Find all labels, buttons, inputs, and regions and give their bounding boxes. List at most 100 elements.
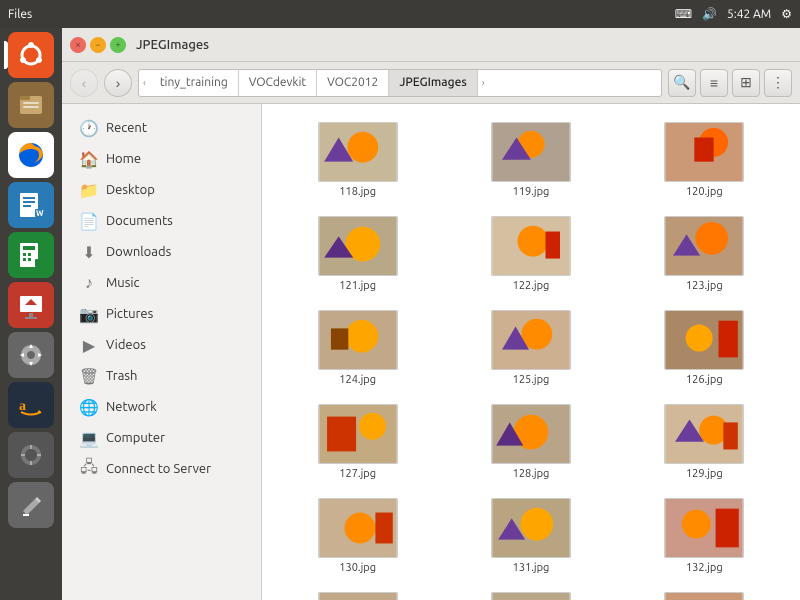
list-item[interactable]: 134.jpg	[445, 584, 616, 600]
file-label: 126.jpg	[686, 374, 723, 386]
maximize-button[interactable]: +	[110, 37, 126, 53]
file-label: 118.jpg	[339, 186, 376, 198]
sidebar-item-computer[interactable]: 💻 Computer	[66, 423, 257, 453]
file-label: 120.jpg	[686, 186, 723, 198]
launcher-icon-edit[interactable]	[8, 482, 54, 528]
grid-view-icon: ⊞	[740, 74, 752, 91]
list-item[interactable]: 128.jpg	[445, 396, 616, 488]
list-view-button[interactable]: ≡	[700, 69, 728, 97]
sidebar-label-desktop: Desktop	[106, 183, 155, 197]
breadcrumb-bar: ‹ tiny_training VOCdevkit VOC2012 JPEGIm…	[138, 69, 662, 97]
sidebar-item-desktop[interactable]: 📁 Desktop	[66, 175, 257, 205]
sidebar-item-music[interactable]: ♪ Music	[66, 268, 257, 298]
sidebar-label-documents: Documents	[106, 214, 173, 228]
forward-button[interactable]: ›	[104, 69, 132, 97]
downloads-icon: ⬇	[80, 243, 98, 261]
volume-icon[interactable]: 🔊	[702, 7, 717, 21]
list-item[interactable]: 135.jpg	[619, 584, 790, 600]
list-item[interactable]: 118.jpg	[272, 114, 443, 206]
window-controls: × − +	[70, 37, 126, 53]
close-button[interactable]: ×	[70, 37, 86, 53]
sidebar-item-home[interactable]: 🏠 Home	[66, 144, 257, 174]
sidebar-item-connect-server[interactable]: 🖧 Connect to Server	[66, 454, 257, 484]
launcher-icon-firefox[interactable]	[8, 132, 54, 178]
list-item[interactable]: 133.jpg	[272, 584, 443, 600]
file-label: 131.jpg	[513, 562, 550, 574]
system-bar-title: Files	[8, 8, 32, 21]
file-label: 122.jpg	[513, 280, 550, 292]
toolbar-actions: 🔍 ≡ ⊞ ⋮	[668, 69, 792, 97]
sidebar-item-downloads[interactable]: ⬇ Downloads	[66, 237, 257, 267]
file-grid: 118.jpg 119.jpg 120.jpg 121.jpg 122.jpg …	[262, 104, 800, 600]
main-area: W	[0, 28, 800, 600]
list-item[interactable]: 132.jpg	[619, 490, 790, 582]
launcher-icon-amazon[interactable]: a	[8, 382, 54, 428]
list-item[interactable]: 123.jpg	[619, 208, 790, 300]
list-item[interactable]: 124.jpg	[272, 302, 443, 394]
launcher-icon-files[interactable]	[8, 82, 54, 128]
sidebar: 🕐 Recent 🏠 Home 📁 Desktop 📄 Documents ⬇	[62, 104, 262, 600]
settings-icon[interactable]: ⚙	[781, 7, 792, 21]
list-view-icon: ≡	[710, 75, 718, 91]
pictures-icon: 📷	[80, 305, 98, 323]
list-item[interactable]: 119.jpg	[445, 114, 616, 206]
list-item[interactable]: 122.jpg	[445, 208, 616, 300]
file-label: 128.jpg	[513, 468, 550, 480]
breadcrumb-voc2012[interactable]: VOC2012	[317, 70, 389, 96]
system-time: 5:42 AM	[727, 8, 771, 21]
launcher-icon-calc[interactable]	[8, 232, 54, 278]
file-label: 123.jpg	[686, 280, 723, 292]
launcher-icon-settings[interactable]	[8, 332, 54, 378]
system-bar-right: ⌨ 🔊 5:42 AM ⚙	[675, 7, 792, 21]
search-icon: 🔍	[673, 74, 690, 91]
sidebar-label-videos: Videos	[106, 338, 146, 352]
grid-view-button[interactable]: ⊞	[732, 69, 760, 97]
sidebar-label-pictures: Pictures	[106, 307, 153, 321]
list-item[interactable]: 125.jpg	[445, 302, 616, 394]
keyboard-icon[interactable]: ⌨	[675, 7, 692, 21]
list-item[interactable]: 126.jpg	[619, 302, 790, 394]
sidebar-label-recent: Recent	[106, 121, 147, 135]
launcher-icon-writer[interactable]: W	[8, 182, 54, 228]
list-item[interactable]: 127.jpg	[272, 396, 443, 488]
sidebar-item-recent[interactable]: 🕐 Recent	[66, 113, 257, 143]
sidebar-item-pictures[interactable]: 📷 Pictures	[66, 299, 257, 329]
list-item[interactable]: 131.jpg	[445, 490, 616, 582]
breadcrumb-next[interactable]: ›	[478, 77, 489, 88]
sidebar-item-documents[interactable]: 📄 Documents	[66, 206, 257, 236]
list-item[interactable]: 129.jpg	[619, 396, 790, 488]
launcher-icon-tools[interactable]	[8, 432, 54, 478]
list-item[interactable]: 121.jpg	[272, 208, 443, 300]
sidebar-label-music: Music	[106, 276, 140, 290]
list-item[interactable]: 120.jpg	[619, 114, 790, 206]
desktop-icon: 📁	[80, 181, 98, 199]
videos-icon: ▶	[80, 336, 98, 354]
file-label: 132.jpg	[686, 562, 723, 574]
file-label: 127.jpg	[339, 468, 376, 480]
server-icon: 🖧	[80, 460, 98, 478]
recent-icon: 🕐	[80, 119, 98, 137]
music-icon: ♪	[80, 274, 98, 292]
launcher-icon-ubuntu[interactable]	[8, 32, 54, 78]
toolbar: ‹ › ‹ tiny_training VOCdevkit VOC2012 JP…	[62, 62, 800, 104]
back-button[interactable]: ‹	[70, 69, 98, 97]
sidebar-label-home: Home	[106, 152, 141, 166]
list-item[interactable]: 130.jpg	[272, 490, 443, 582]
breadcrumb-prev[interactable]: ‹	[139, 77, 150, 88]
computer-icon: 💻	[80, 429, 98, 447]
breadcrumb-tiny-training[interactable]: tiny_training	[150, 70, 239, 96]
title-bar: × − + JPEGImages	[62, 28, 800, 62]
sidebar-item-trash[interactable]: 🗑 Trash	[66, 361, 257, 391]
documents-icon: 📄	[80, 212, 98, 230]
minimize-button[interactable]: −	[90, 37, 106, 53]
breadcrumb-jpegimages[interactable]: JPEGImages	[389, 70, 477, 96]
breadcrumb-vocdevkit[interactable]: VOCdevkit	[239, 70, 317, 96]
launcher-icon-impress[interactable]	[8, 282, 54, 328]
sidebar-label-trash: Trash	[106, 369, 137, 383]
more-button[interactable]: ⋮	[764, 69, 792, 97]
sidebar-item-network[interactable]: 🌐 Network	[66, 392, 257, 422]
file-label: 129.jpg	[686, 468, 723, 480]
sidebar-item-videos[interactable]: ▶ Videos	[66, 330, 257, 360]
search-button[interactable]: 🔍	[668, 69, 696, 97]
trash-icon: 🗑	[80, 367, 98, 385]
